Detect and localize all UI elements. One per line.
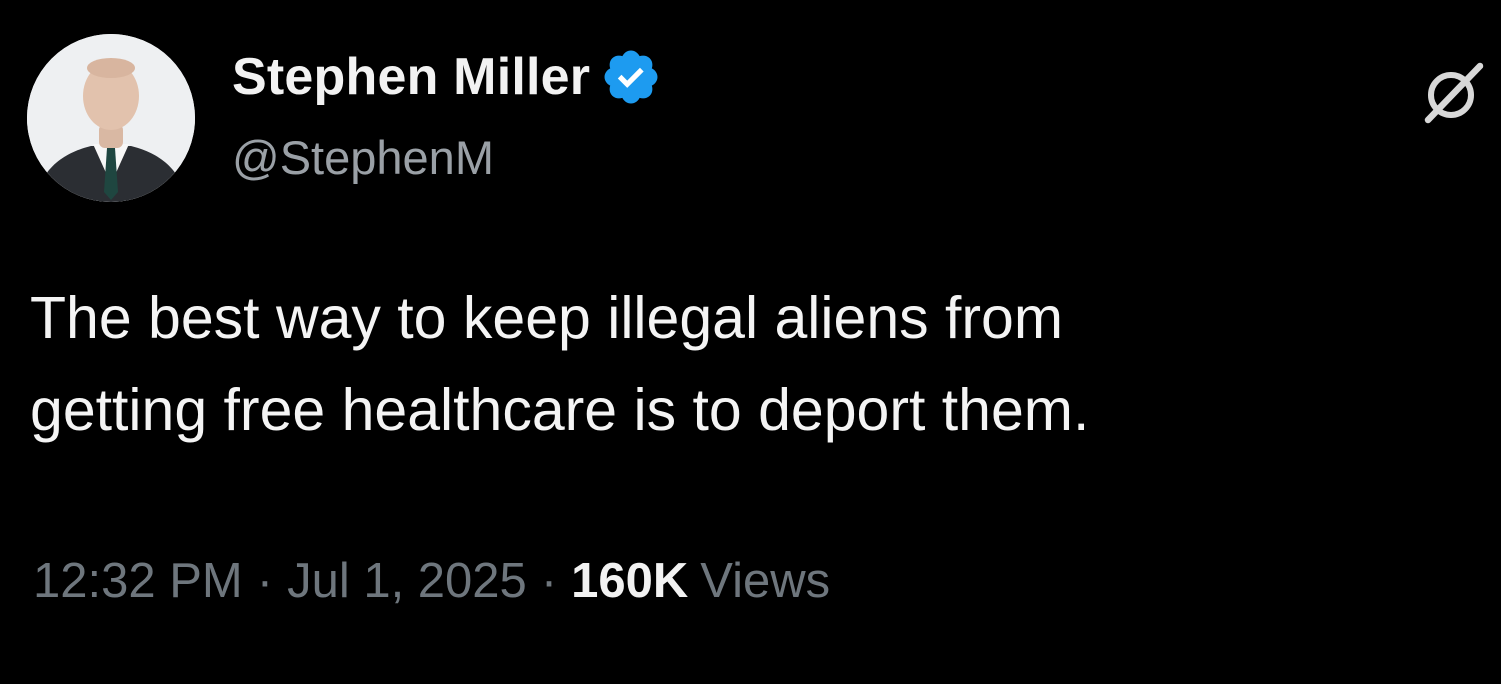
views-label: Views (700, 554, 831, 608)
tweet-time[interactable]: 12:32 PM (33, 553, 243, 609)
author-avatar[interactable] (27, 34, 195, 202)
tweet-meta: 12:32 PM · Jul 1, 2025 · 160K Views (33, 546, 830, 616)
grok-button[interactable] (1418, 58, 1488, 128)
tweet-card: Stephen Miller @StephenM The best way to… (0, 0, 1501, 684)
meta-separator: · (540, 554, 558, 608)
tweet-text: The best way to keep illegal aliens from… (30, 285, 1090, 443)
author-name-row: Stephen Miller (232, 44, 662, 110)
tweet-date[interactable]: Jul 1, 2025 (287, 553, 527, 609)
profile-photo-icon (27, 34, 195, 202)
grok-icon (1424, 62, 1484, 124)
verified-badge-icon (604, 50, 658, 104)
author-display-name[interactable]: Stephen Miller (232, 47, 590, 107)
views-count[interactable]: 160K (571, 553, 688, 609)
author-handle[interactable]: @StephenM (232, 130, 494, 185)
meta-separator: · (256, 554, 274, 608)
